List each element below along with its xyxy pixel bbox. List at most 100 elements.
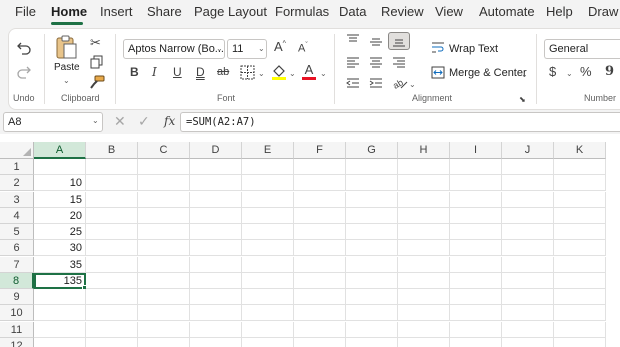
- percent-icon[interactable]: %: [580, 65, 592, 78]
- cell-e2[interactable]: [242, 175, 294, 192]
- column-header-f[interactable]: F: [294, 142, 346, 159]
- cell-d11[interactable]: [190, 321, 242, 338]
- align-top-icon[interactable]: [346, 34, 360, 46]
- align-bottom-icon[interactable]: [392, 36, 406, 48]
- cell-c6[interactable]: [138, 240, 190, 257]
- tab-formulas[interactable]: Formulas: [275, 4, 329, 19]
- cell-e9[interactable]: [242, 289, 294, 305]
- fill-color-icon[interactable]: [271, 64, 287, 81]
- alignment-dialog-launcher-icon[interactable]: ⬊: [519, 96, 526, 104]
- cell-f4[interactable]: [294, 207, 346, 224]
- tab-help[interactable]: Help: [546, 4, 573, 19]
- row-header-9[interactable]: 9: [0, 289, 34, 305]
- cell-e1[interactable]: [242, 159, 294, 175]
- column-header-j[interactable]: J: [502, 142, 554, 159]
- cell-b8[interactable]: [86, 272, 138, 289]
- cell-b4[interactable]: [86, 207, 138, 224]
- cell-a9[interactable]: [34, 289, 86, 305]
- cell-g8[interactable]: [346, 272, 398, 289]
- cell-d1[interactable]: [190, 159, 242, 175]
- cell-i1[interactable]: [450, 159, 502, 175]
- cell-b9[interactable]: [86, 289, 138, 305]
- column-header-b[interactable]: B: [86, 142, 138, 159]
- cell-f11[interactable]: [294, 321, 346, 338]
- cell-i11[interactable]: [450, 321, 502, 338]
- cell-j6[interactable]: [502, 240, 554, 257]
- cell-a1[interactable]: [34, 159, 86, 175]
- cell-k12[interactable]: [554, 337, 606, 347]
- increase-font-size-icon[interactable]: A^: [274, 40, 286, 53]
- column-header-e[interactable]: E: [242, 142, 294, 159]
- cell-d5[interactable]: [190, 224, 242, 240]
- confirm-entry-icon[interactable]: ✓: [138, 114, 150, 128]
- cell-j2[interactable]: [502, 175, 554, 192]
- cell-j1[interactable]: [502, 159, 554, 175]
- row-header-10[interactable]: 10: [0, 305, 34, 322]
- cell-f12[interactable]: [294, 337, 346, 347]
- cell-h12[interactable]: [398, 337, 450, 347]
- undo-icon[interactable]: [16, 40, 32, 56]
- comma-style-icon[interactable]: 9: [605, 65, 614, 78]
- cell-d2[interactable]: [190, 175, 242, 192]
- cell-b12[interactable]: [86, 337, 138, 347]
- row-header-12[interactable]: 12: [0, 337, 34, 347]
- column-header-d[interactable]: D: [190, 142, 242, 159]
- tab-draw[interactable]: Draw: [588, 4, 618, 19]
- borders-dropdown-icon[interactable]: ⌄: [258, 69, 265, 78]
- select-all-button[interactable]: [0, 142, 34, 159]
- cell-k5[interactable]: [554, 224, 606, 240]
- cell-d4[interactable]: [190, 207, 242, 224]
- cell-a8[interactable]: 135: [34, 272, 86, 289]
- cell-k4[interactable]: [554, 207, 606, 224]
- formula-input[interactable]: =SUM(A2:A7): [180, 112, 620, 132]
- cell-c3[interactable]: [138, 191, 190, 208]
- cell-j4[interactable]: [502, 207, 554, 224]
- cell-f5[interactable]: [294, 224, 346, 240]
- underline-button[interactable]: U: [173, 66, 182, 78]
- cell-d7[interactable]: [190, 256, 242, 273]
- cell-g4[interactable]: [346, 207, 398, 224]
- bold-button[interactable]: B: [130, 66, 139, 78]
- cell-j7[interactable]: [502, 256, 554, 273]
- italic-button[interactable]: I: [152, 66, 157, 78]
- font-name-dropdown-icon[interactable]: ⌄: [216, 44, 223, 53]
- cell-h9[interactable]: [398, 289, 450, 305]
- cell-b5[interactable]: [86, 224, 138, 240]
- cell-d6[interactable]: [190, 240, 242, 257]
- cell-a12[interactable]: [34, 337, 86, 347]
- cell-i2[interactable]: [450, 175, 502, 192]
- fill-color-dropdown-icon[interactable]: ⌄: [289, 69, 296, 78]
- align-middle-icon[interactable]: [369, 36, 383, 48]
- row-header-2[interactable]: 2: [0, 175, 34, 192]
- cell-f3[interactable]: [294, 191, 346, 208]
- cell-e5[interactable]: [242, 224, 294, 240]
- cell-h8[interactable]: [398, 272, 450, 289]
- column-header-h[interactable]: H: [398, 142, 450, 159]
- cell-h4[interactable]: [398, 207, 450, 224]
- cell-a6[interactable]: 30: [34, 240, 86, 257]
- cell-f8[interactable]: [294, 272, 346, 289]
- cell-k6[interactable]: [554, 240, 606, 257]
- cell-j5[interactable]: [502, 224, 554, 240]
- row-header-7[interactable]: 7: [0, 256, 34, 273]
- cell-f10[interactable]: [294, 305, 346, 322]
- cell-a2[interactable]: 10: [34, 175, 86, 192]
- row-header-11[interactable]: 11: [0, 321, 34, 338]
- cell-e8[interactable]: [242, 272, 294, 289]
- borders-icon[interactable]: [240, 65, 255, 80]
- cell-c1[interactable]: [138, 159, 190, 175]
- cell-j3[interactable]: [502, 191, 554, 208]
- double-underline-button[interactable]: D: [196, 66, 205, 78]
- cell-c2[interactable]: [138, 175, 190, 192]
- cell-a10[interactable]: [34, 305, 86, 322]
- cell-j8[interactable]: [502, 272, 554, 289]
- currency-dropdown-icon[interactable]: ⌄: [566, 69, 573, 78]
- cell-e7[interactable]: [242, 256, 294, 273]
- cell-d9[interactable]: [190, 289, 242, 305]
- cell-d12[interactable]: [190, 337, 242, 347]
- cell-b11[interactable]: [86, 321, 138, 338]
- cell-j9[interactable]: [502, 289, 554, 305]
- decrease-font-size-icon[interactable]: Aˇ: [298, 42, 308, 55]
- cell-c4[interactable]: [138, 207, 190, 224]
- column-header-i[interactable]: I: [450, 142, 502, 159]
